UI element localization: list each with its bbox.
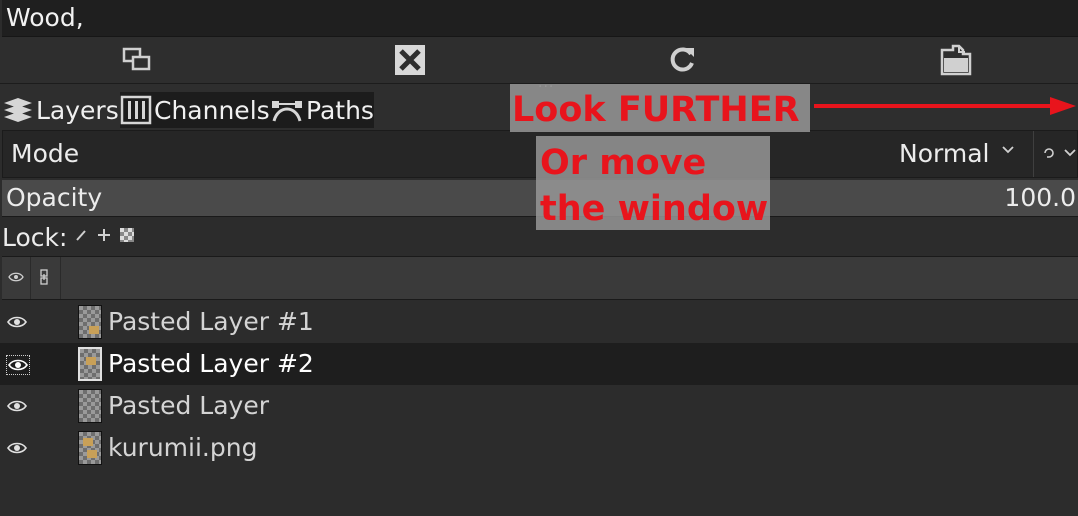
close-button[interactable] bbox=[380, 37, 440, 83]
opacity-label: Opacity bbox=[6, 183, 103, 212]
eye-icon[interactable] bbox=[6, 397, 28, 415]
paste-icon bbox=[939, 44, 973, 76]
chevron-down-icon[interactable] bbox=[1001, 143, 1015, 157]
annotation-arrow-icon bbox=[814, 96, 1078, 116]
layer-row[interactable]: Pasted Layer #1 bbox=[0, 301, 1078, 343]
layer-name[interactable]: Pasted Layer #2 bbox=[108, 349, 314, 378]
channels-icon bbox=[120, 95, 152, 125]
lock-pixels-icon[interactable] bbox=[74, 228, 88, 242]
mode-separator bbox=[1033, 131, 1034, 177]
mode-value[interactable]: Normal bbox=[899, 139, 989, 168]
layer-row[interactable]: kurumii.png bbox=[0, 427, 1078, 469]
lock-position-icon[interactable] bbox=[97, 228, 111, 242]
tab-paths-label: Paths bbox=[306, 95, 374, 125]
eye-icon[interactable] bbox=[6, 439, 28, 457]
layer-thumbnail bbox=[78, 431, 102, 465]
close-x-icon bbox=[394, 44, 426, 76]
composite-mode-dropdown[interactable] bbox=[1041, 145, 1077, 161]
annotation-look-further: Look FURTHER bbox=[512, 90, 800, 130]
mode-label: Mode bbox=[11, 139, 80, 168]
eye-icon[interactable] bbox=[6, 355, 30, 375]
layer-list-header bbox=[2, 256, 1078, 300]
top-text-bar[interactable] bbox=[2, 0, 1078, 37]
duplicate-icon bbox=[122, 47, 152, 73]
annotation-move-window: Or move the window bbox=[540, 140, 768, 232]
layer-name[interactable]: Pasted Layer #1 bbox=[108, 307, 314, 336]
layer-thumbnail bbox=[78, 305, 102, 339]
annotation-line: Or move bbox=[540, 143, 707, 183]
paste-button[interactable] bbox=[926, 37, 986, 83]
refresh-icon bbox=[667, 45, 697, 75]
tab-layers[interactable]: Layers bbox=[2, 92, 119, 128]
opacity-value[interactable]: 100.0 bbox=[1004, 183, 1076, 212]
visibility-column-icon bbox=[8, 271, 24, 283]
layer-row[interactable]: Pasted Layer bbox=[0, 385, 1078, 427]
lock-label: Lock: bbox=[2, 223, 68, 252]
lock-alpha-icon[interactable] bbox=[120, 228, 134, 242]
header-divider bbox=[30, 257, 31, 299]
annotation-line: the window bbox=[540, 189, 769, 229]
chain-column-icon bbox=[38, 269, 50, 285]
eye-icon[interactable] bbox=[6, 313, 28, 331]
top-bar-text: Wood, bbox=[6, 3, 84, 32]
refresh-button[interactable] bbox=[652, 37, 712, 83]
layer-name[interactable]: Pasted Layer bbox=[108, 391, 269, 420]
tab-layers-label: Layers bbox=[36, 95, 119, 125]
layers-icon bbox=[2, 95, 34, 125]
layer-thumbnail bbox=[78, 347, 102, 381]
tab-channels[interactable]: Channels bbox=[120, 92, 270, 128]
layer-action-toolbar bbox=[0, 37, 1078, 84]
tab-channels-label: Channels bbox=[154, 95, 270, 125]
layer-thumbnail bbox=[78, 389, 102, 423]
tab-paths[interactable]: Paths bbox=[270, 92, 374, 128]
header-divider bbox=[60, 257, 61, 299]
paths-icon bbox=[270, 95, 304, 125]
layer-name[interactable]: kurumii.png bbox=[108, 433, 257, 462]
duplicate-button[interactable] bbox=[107, 37, 167, 83]
layer-row[interactable]: Pasted Layer #2 bbox=[0, 343, 1078, 385]
